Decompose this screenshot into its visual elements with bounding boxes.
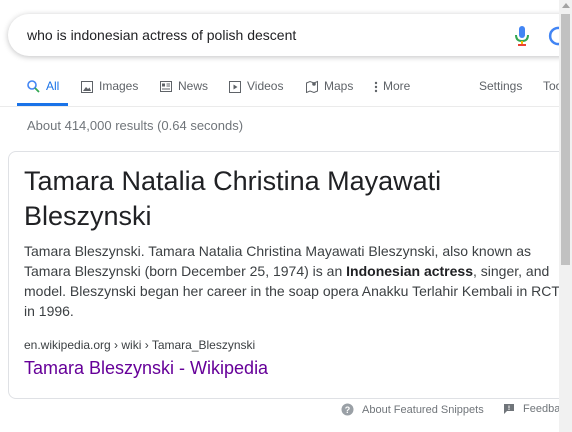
image-icon [81,80,93,93]
tab-settings[interactable]: Settings [479,70,522,103]
tab-settings-label: Settings [479,79,523,93]
tab-news-label: News [178,79,209,93]
search-box[interactable]: who is indonesian actress of polish desc… [8,14,572,56]
tab-images-label: Images [99,79,139,93]
more-vert-icon [374,81,378,92]
snippet-title: Tamara Natalia Christina Mayawati Bleszy… [24,166,442,231]
svg-text:?: ? [345,405,351,415]
snippet-text-bold: Indonesian actress [346,263,473,279]
microphone-icon[interactable] [513,25,531,47]
help-icon: ? [341,403,354,416]
result-stats: About 414,000 results (0.64 seconds) [27,118,244,133]
tab-all-label: All [46,79,60,93]
tab-images[interactable]: Images [81,70,138,103]
search-tabs: All Images News Videos Maps More Setting… [0,70,572,106]
search-results-page: who is indonesian actress of polish desc… [0,0,572,432]
map-icon [306,80,318,93]
tab-maps[interactable]: Maps [306,70,353,103]
tab-news[interactable]: News [160,70,208,103]
tab-more[interactable]: More [374,70,410,103]
tab-maps-label: Maps [324,79,354,93]
snippet-footer: ? About Featured Snippets Feedback [0,401,572,421]
search-icon [27,80,40,93]
tabs-divider [0,106,572,107]
search-input[interactable]: who is indonesian actress of polish desc… [27,14,296,56]
snippet-cite-url: en.wikipedia.org › wiki › Tamara_Bleszyn… [24,338,256,352]
snippet-text: Tamara Bleszynski. Tamara Natalia Christ… [24,241,564,321]
about-featured-snippets-link[interactable]: ? About Featured Snippets [341,403,484,416]
tab-videos-label: Videos [247,79,284,93]
news-icon [160,81,172,92]
featured-snippet-card: Tamara Natalia Christina Mayawati Bleszy… [8,151,572,399]
feedback-icon [504,404,514,414]
snippet-result-link[interactable]: Tamara Bleszynski - Wikipedia [24,358,268,379]
tab-videos[interactable]: Videos [229,70,283,103]
scroll-up-arrow-icon[interactable] [562,3,570,8]
tab-all[interactable]: All [27,70,59,103]
scrollbar-thumb[interactable] [561,14,570,265]
video-icon [229,80,241,93]
tab-more-label: More [383,79,411,93]
about-featured-snippets-label: About Featured Snippets [362,403,484,416]
